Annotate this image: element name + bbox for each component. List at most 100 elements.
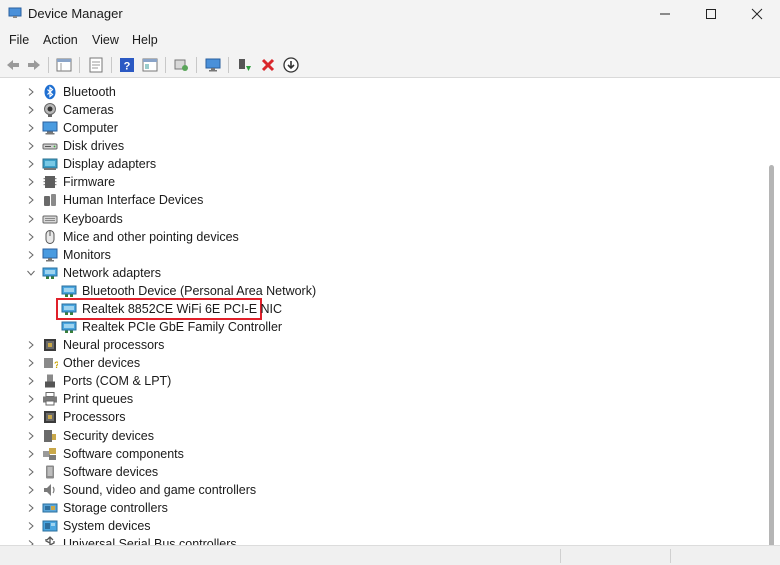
download-button[interactable] [281, 55, 301, 75]
storage-controller-icon [42, 503, 58, 513]
status-bar [0, 545, 780, 565]
system-devices-icon [42, 520, 58, 532]
tree-category-computer[interactable]: Computer [0, 119, 765, 137]
chevron-right-icon [28, 467, 34, 476]
tree-item-label: Realtek 8852CE WiFi 6E PCI-E NIC [82, 301, 283, 316]
uninstall-button[interactable] [258, 55, 278, 75]
monitor-icon [205, 58, 221, 72]
tree-category-keyboards[interactable]: Keyboards [0, 210, 765, 228]
expand-chevron[interactable] [25, 194, 37, 206]
tree-item-label: Firmware [63, 175, 116, 190]
processor-icon [44, 339, 56, 352]
chevron-right-icon [28, 395, 34, 404]
expand-chevron[interactable] [25, 520, 37, 532]
tree-item-label: Computer [63, 121, 118, 136]
tree-item-label: Other devices [63, 356, 141, 371]
tree-category-monitors[interactable]: Monitors [0, 246, 765, 264]
tree-category-universal-serial-bus-controllers[interactable]: Universal Serial Bus controllers [0, 535, 765, 545]
tree-item-label: Software devices [63, 464, 159, 479]
back-button[interactable] [3, 55, 23, 75]
menu-file[interactable]: File [9, 33, 29, 47]
expand-chevron[interactable] [25, 448, 37, 460]
tree-category-firmware[interactable]: Firmware [0, 173, 765, 191]
tree-category-network-adapters[interactable]: Network adapters [0, 264, 765, 282]
menu-action[interactable]: Action [43, 33, 78, 47]
expand-chevron[interactable] [25, 393, 37, 405]
expand-chevron[interactable] [25, 538, 37, 545]
forward-button[interactable] [24, 55, 44, 75]
network-adapter-icon [42, 267, 58, 279]
tree-category-bluetooth[interactable]: Bluetooth [0, 83, 765, 101]
menu-help[interactable]: Help [132, 33, 158, 47]
expand-chevron[interactable] [25, 249, 37, 261]
view-button[interactable] [140, 55, 160, 75]
device-tree[interactable]: Bluetooth Cameras Computer Disk drives Displ… [0, 80, 765, 545]
tree-category-ports-com-lpt[interactable]: Ports (COM & LPT) [0, 372, 765, 390]
chevron-right-icon [28, 250, 34, 259]
tree-category-other-devices[interactable]: ? Other devices [0, 354, 765, 372]
tree-item-label: Disk drives [63, 139, 125, 154]
expand-chevron[interactable] [25, 430, 37, 442]
show-hidden-button[interactable] [86, 55, 106, 75]
tree-category-print-queues[interactable]: Print queues [0, 390, 765, 408]
tree-device-realtek-pcie-gbe-family-controller[interactable]: Realtek PCIe GbE Family Controller [0, 318, 765, 336]
expand-chevron[interactable] [25, 176, 37, 188]
tree-category-software-devices[interactable]: Software devices [0, 463, 765, 481]
vertical-scrollbar[interactable] [765, 80, 780, 565]
scrollbar-thumb[interactable] [769, 165, 774, 565]
tree-device-realtek-8852ce-wifi-6e-pci-e-nic[interactable]: Realtek 8852CE WiFi 6E PCI-E NIC [0, 297, 765, 320]
chevron-right-icon [28, 124, 34, 133]
status-divider [670, 549, 671, 563]
computer-icon [42, 121, 58, 135]
svg-text:?: ? [124, 61, 131, 73]
tree-category-cameras[interactable]: Cameras [0, 101, 765, 119]
tree-category-display-adapters[interactable]: Display adapters [0, 155, 765, 173]
usb-icon [45, 536, 55, 545]
close-button[interactable] [734, 0, 780, 28]
expand-chevron[interactable] [25, 104, 37, 116]
title-bar: Device Manager [0, 0, 780, 28]
tree-category-human-interface-devices[interactable]: Human Interface Devices [0, 191, 765, 209]
tree-category-system-devices[interactable]: System devices [0, 517, 765, 535]
expand-chevron[interactable] [25, 86, 37, 98]
help-button[interactable]: ? [117, 55, 137, 75]
chevron-right-icon [28, 359, 34, 368]
tree-category-software-components[interactable]: Software components [0, 445, 765, 463]
expand-chevron[interactable] [25, 411, 37, 423]
tree-category-mice-and-other-pointing-devices[interactable]: Mice and other pointing devices [0, 228, 765, 246]
expand-chevron[interactable] [25, 122, 37, 134]
tree-category-storage-controllers[interactable]: Storage controllers [0, 499, 765, 517]
expand-chevron[interactable] [25, 502, 37, 514]
forward-arrow-icon [28, 60, 40, 70]
scan-hardware-button[interactable] [171, 55, 191, 75]
tree-item-label: Print queues [63, 392, 134, 407]
menu-view[interactable]: View [92, 33, 119, 47]
tree-category-security-devices[interactable]: Security devices [0, 427, 765, 445]
tree-category-sound-video-and-game-controllers[interactable]: Sound, video and game controllers [0, 481, 765, 499]
minimize-button[interactable] [642, 0, 688, 28]
collapse-chevron[interactable] [25, 267, 37, 279]
tree-item-label: Mice and other pointing devices [63, 229, 239, 244]
expand-chevron[interactable] [25, 484, 37, 496]
expand-chevron[interactable] [25, 231, 37, 243]
properties-button[interactable] [54, 55, 74, 75]
chevron-down-icon [27, 270, 35, 276]
maximize-button[interactable] [688, 0, 734, 28]
display-adapter-icon [42, 158, 58, 171]
chevron-right-icon [28, 196, 34, 205]
expand-chevron[interactable] [25, 213, 37, 225]
expand-chevron[interactable] [25, 339, 37, 351]
tree-category-processors[interactable]: Processors [0, 408, 765, 426]
expand-chevron[interactable] [25, 158, 37, 170]
chevron-right-icon [28, 160, 34, 169]
update-driver-button[interactable] [234, 55, 254, 75]
toolbar-separator [79, 57, 80, 73]
expand-chevron[interactable] [25, 466, 37, 478]
expand-chevron[interactable] [25, 140, 37, 152]
monitor-button[interactable] [203, 55, 223, 75]
expand-chevron[interactable] [25, 375, 37, 387]
tree-category-neural-processors[interactable]: Neural processors [0, 336, 765, 354]
tree-item-label: Bluetooth [63, 85, 116, 99]
tree-category-disk-drives[interactable]: Disk drives [0, 137, 765, 155]
expand-chevron[interactable] [25, 357, 37, 369]
